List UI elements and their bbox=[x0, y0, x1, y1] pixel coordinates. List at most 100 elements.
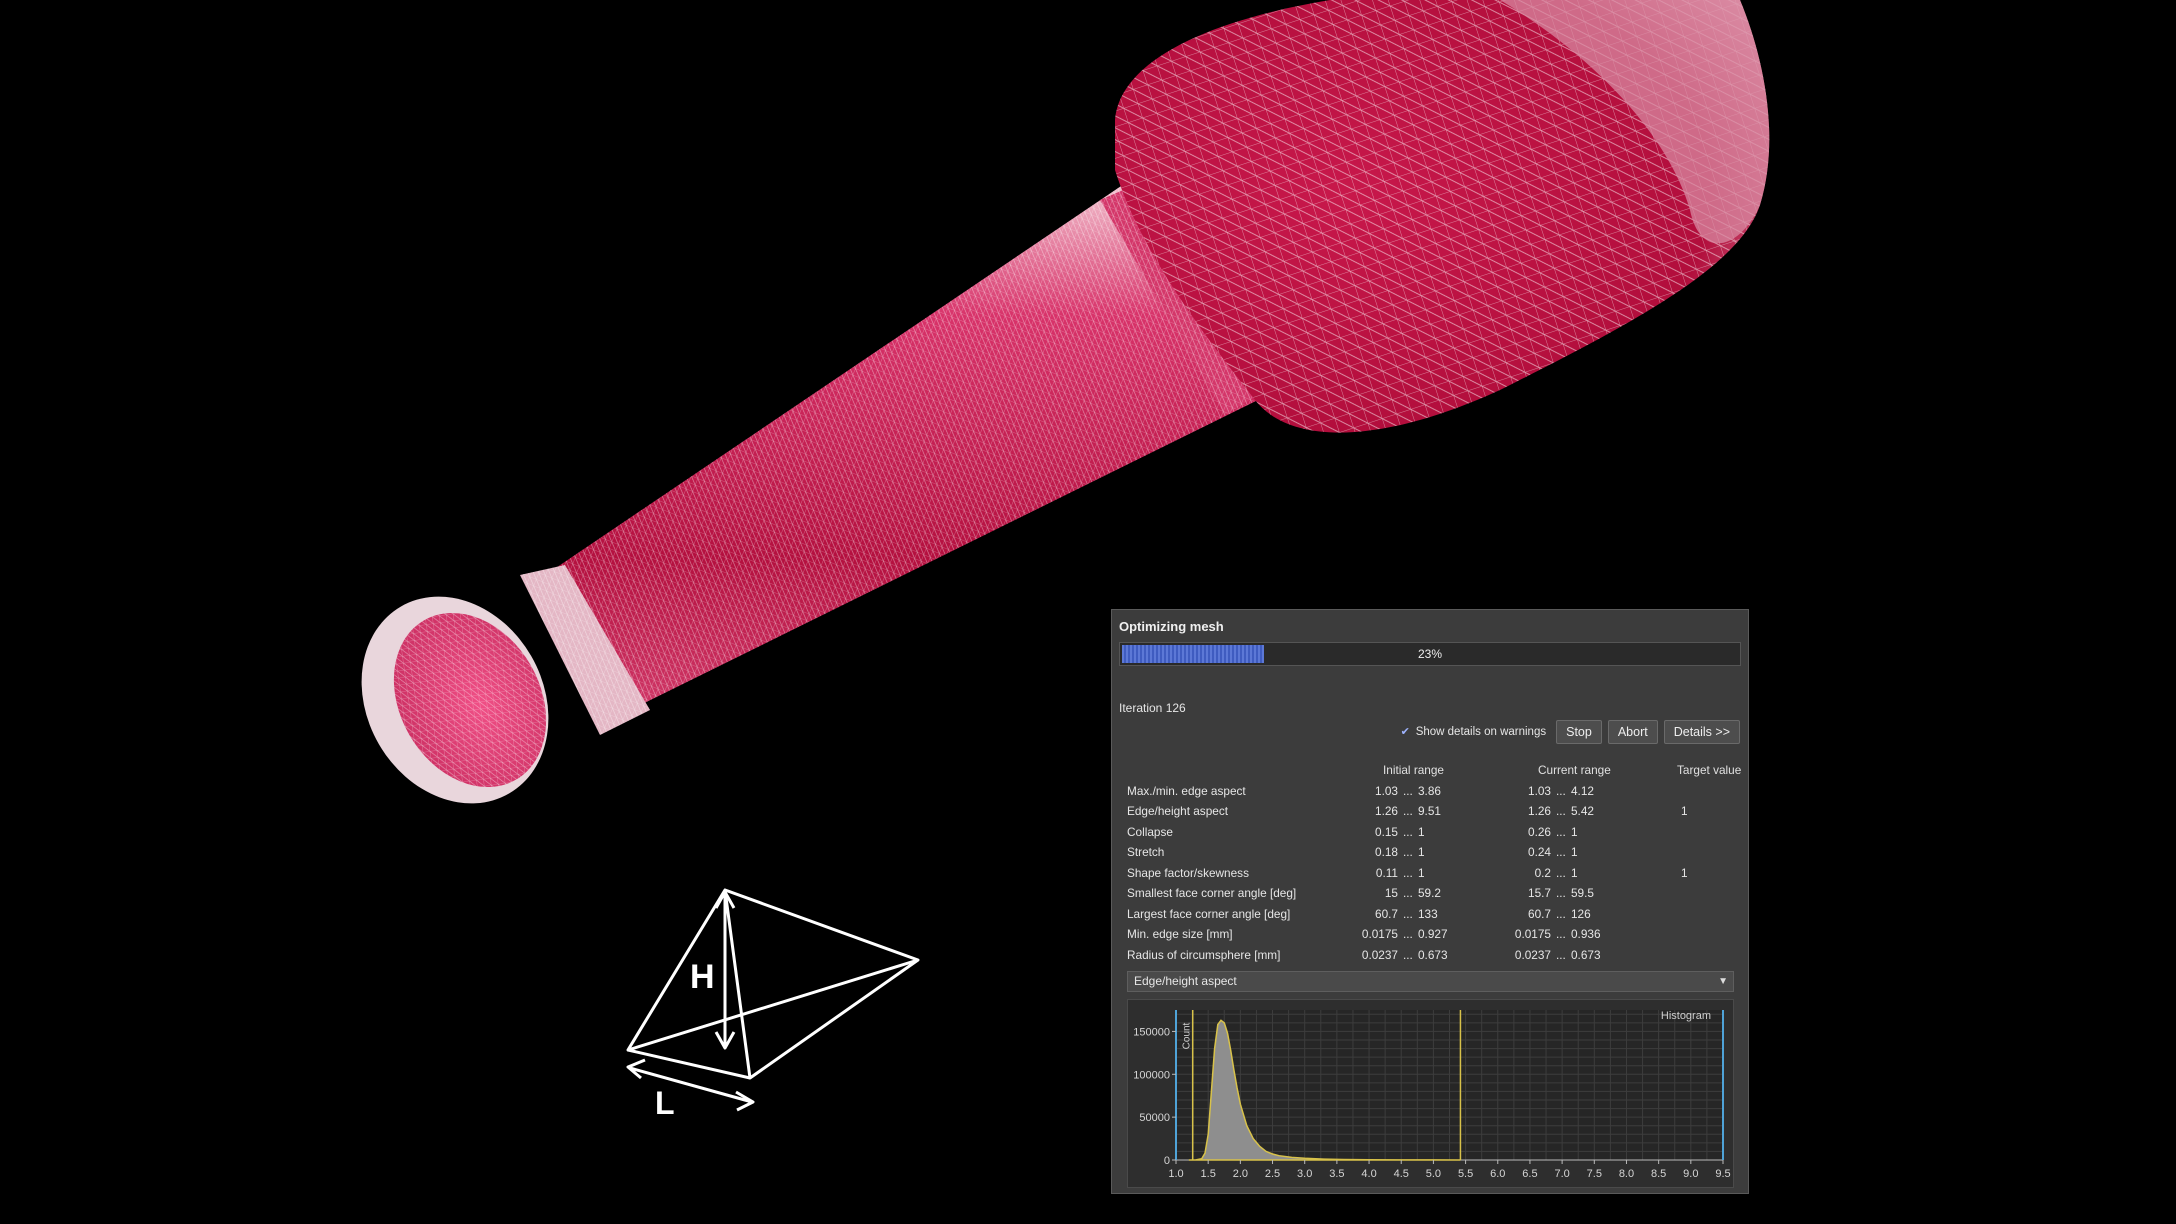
current-range-sep: ... bbox=[1556, 845, 1566, 859]
initial-max: 59.2 bbox=[1418, 886, 1441, 900]
x-tick-label: 4.5 bbox=[1394, 1168, 1409, 1180]
current-min: 60.7 bbox=[1528, 906, 1551, 921]
dialog-controls: ✔ Show details on warnings Stop Abort De… bbox=[1400, 720, 1740, 744]
initial-min: 1.26 bbox=[1375, 804, 1398, 818]
current-range-sep: ... bbox=[1556, 865, 1566, 880]
current-range-sep: ... bbox=[1556, 947, 1566, 962]
current-min: 0.26 bbox=[1528, 824, 1551, 839]
current-min: 0.0175 bbox=[1514, 927, 1551, 941]
target-value-header: Target value bbox=[1677, 763, 1742, 777]
details-button[interactable]: Details >> bbox=[1663, 720, 1740, 744]
initial-range-sep: ... bbox=[1403, 906, 1413, 921]
x-tick-label: 3.5 bbox=[1329, 1168, 1344, 1180]
initial-min: 0.15 bbox=[1375, 824, 1398, 839]
x-tick-label: 5.5 bbox=[1458, 1168, 1473, 1180]
current-range-header: Current range bbox=[1538, 763, 1611, 777]
y-tick-label: 100000 bbox=[1133, 1069, 1170, 1081]
target-value: 1 bbox=[1681, 865, 1688, 880]
initial-range-sep: ... bbox=[1403, 927, 1413, 941]
stats-row: Shape factor/skewness 0.11... 1 0.2... 1 1 bbox=[1127, 866, 1742, 887]
stats-row: Min. edge size [mm] 0.0175... 0.927 0.0175.… bbox=[1127, 927, 1742, 948]
x-tick-label: 4.0 bbox=[1361, 1168, 1376, 1180]
stat-label: Min. edge size [mm] bbox=[1127, 927, 1233, 941]
x-tick-label: 2.0 bbox=[1233, 1168, 1248, 1180]
initial-range-sep: ... bbox=[1403, 947, 1413, 962]
initial-min: 15 bbox=[1384, 886, 1398, 900]
x-tick-label: 3.0 bbox=[1297, 1168, 1312, 1180]
stat-label: Max./min. edge aspect bbox=[1127, 783, 1246, 798]
stats-row: Max./min. edge aspect 1.03... 3.86 1.03... 4… bbox=[1127, 784, 1742, 805]
current-max: 5.42 bbox=[1571, 804, 1594, 818]
height-label: H bbox=[690, 958, 715, 996]
initial-max: 3.86 bbox=[1418, 783, 1441, 798]
y-tick-label: 50000 bbox=[1139, 1112, 1170, 1124]
initial-range-sep: ... bbox=[1403, 886, 1413, 900]
x-tick-label: 8.5 bbox=[1651, 1168, 1666, 1180]
initial-range-header: Initial range bbox=[1383, 763, 1444, 777]
dialog-title: Optimizing mesh bbox=[1119, 619, 1224, 634]
x-tick-label: 1.0 bbox=[1168, 1168, 1183, 1180]
y-tick-label: 150000 bbox=[1133, 1026, 1170, 1038]
metric-select[interactable]: Edge/height aspect ▼ bbox=[1127, 971, 1734, 992]
x-tick-label: 7.0 bbox=[1554, 1168, 1569, 1180]
initial-min: 0.11 bbox=[1375, 865, 1398, 880]
initial-min: 0.0237 bbox=[1361, 947, 1398, 962]
chart-title: Histogram bbox=[1661, 1010, 1711, 1022]
stats-row: Radius of circumsphere [mm] 0.0237... 0.67… bbox=[1127, 948, 1742, 969]
current-range-sep: ... bbox=[1556, 906, 1566, 921]
initial-max: 0.673 bbox=[1418, 947, 1448, 962]
initial-min: 0.18 bbox=[1375, 845, 1398, 859]
initial-range-sep: ... bbox=[1403, 845, 1413, 859]
current-range-sep: ... bbox=[1556, 783, 1566, 798]
x-tick-label: 9.5 bbox=[1715, 1168, 1730, 1180]
abort-button[interactable]: Abort bbox=[1607, 720, 1658, 744]
show-details-checkbox[interactable]: ✔ Show details on warnings bbox=[1400, 725, 1547, 738]
current-min: 15.7 bbox=[1528, 886, 1551, 900]
quality-stats-table: Initial range Current range Target value… bbox=[1127, 763, 1742, 968]
current-max: 1 bbox=[1571, 845, 1578, 859]
initial-max: 1 bbox=[1418, 824, 1425, 839]
stop-button[interactable]: Stop bbox=[1556, 720, 1602, 744]
stat-label: Largest face corner angle [deg] bbox=[1127, 906, 1291, 921]
initial-max: 1 bbox=[1418, 845, 1425, 859]
initial-min: 1.03 bbox=[1375, 783, 1398, 798]
stats-row: Edge/height aspect 1.26... 9.51 1.26... 5.42… bbox=[1127, 804, 1742, 825]
initial-min: 60.7 bbox=[1375, 906, 1398, 921]
length-label: L bbox=[655, 1085, 675, 1121]
show-details-label: Show details on warnings bbox=[1415, 726, 1547, 738]
stat-label: Radius of circumsphere [mm] bbox=[1127, 947, 1281, 962]
current-min: 0.2 bbox=[1534, 865, 1551, 880]
stat-label: Smallest face corner angle [deg] bbox=[1127, 886, 1297, 900]
x-tick-label: 6.0 bbox=[1490, 1168, 1505, 1180]
stat-label: Edge/height aspect bbox=[1127, 804, 1229, 818]
3d-viewport[interactable]: H L bbox=[0, 0, 2176, 1224]
histogram-chart: Count Histogram 0 50000 100000 150000 1.0 1.5 2.… bbox=[1127, 999, 1734, 1188]
x-tick-label: 9.0 bbox=[1683, 1168, 1698, 1180]
initial-range-sep: ... bbox=[1403, 783, 1413, 798]
optimizing-mesh-dialog: Optimizing mesh 23% Iteration 126 ✔ Show… bbox=[1111, 609, 1749, 1194]
current-max: 59.5 bbox=[1571, 886, 1594, 900]
x-tick-label: 5.0 bbox=[1426, 1168, 1441, 1180]
current-min: 0.0237 bbox=[1514, 947, 1551, 962]
current-min: 1.26 bbox=[1528, 804, 1551, 818]
stats-row: Stretch 0.18... 1 0.24... 1 bbox=[1127, 845, 1742, 866]
current-max: 126 bbox=[1571, 906, 1591, 921]
metric-select-value: Edge/height aspect bbox=[1134, 974, 1237, 988]
chevron-down-icon: ▼ bbox=[1718, 976, 1728, 987]
checkmark-icon: ✔ bbox=[1400, 725, 1410, 738]
initial-max: 9.51 bbox=[1418, 804, 1441, 818]
current-max: 1 bbox=[1571, 824, 1578, 839]
current-min: 1.03 bbox=[1528, 783, 1551, 798]
x-tick-label: 7.5 bbox=[1587, 1168, 1602, 1180]
stats-row: Largest face corner angle [deg] 60.7... 13… bbox=[1127, 907, 1742, 928]
current-range-sep: ... bbox=[1556, 824, 1566, 839]
current-min: 0.24 bbox=[1528, 845, 1551, 859]
current-max: 4.12 bbox=[1571, 783, 1594, 798]
x-tick-label: 2.5 bbox=[1265, 1168, 1280, 1180]
tetrahedron-diagram bbox=[626, 888, 920, 1112]
stats-row: Smallest face corner angle [deg] 15... 59.… bbox=[1127, 886, 1742, 907]
current-range-sep: ... bbox=[1556, 927, 1566, 941]
initial-max: 133 bbox=[1418, 906, 1438, 921]
progress-label: 23% bbox=[1417, 647, 1443, 661]
initial-range-sep: ... bbox=[1403, 804, 1413, 818]
